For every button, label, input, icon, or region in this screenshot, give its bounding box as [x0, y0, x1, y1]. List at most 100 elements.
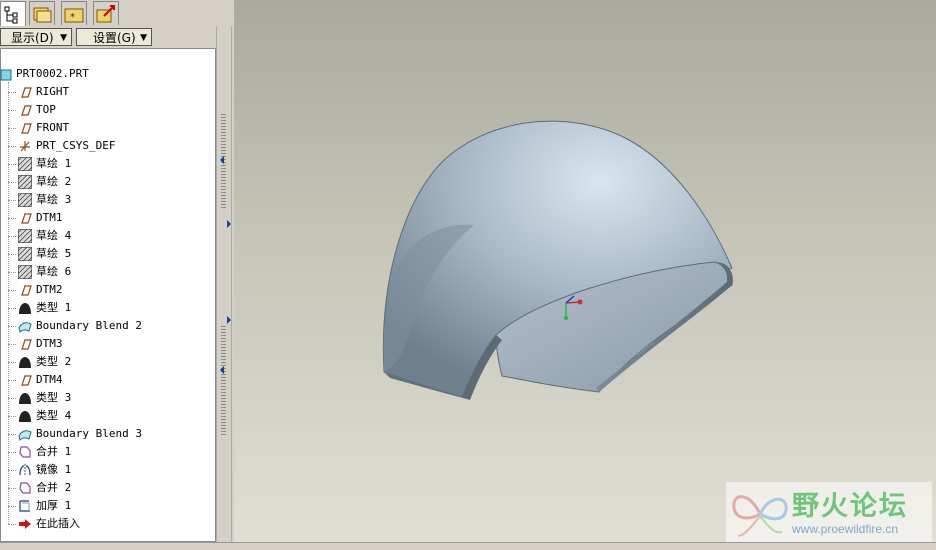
model-tree-toolbar: 显示(D) ▼ 设置(G) ▼	[0, 26, 216, 49]
tree-item-label: 草绘 2	[36, 175, 72, 188]
tree-item-label: PRT_CSYS_DEF	[36, 139, 116, 152]
tree-item-label: DTM1	[36, 211, 63, 224]
part-icon	[0, 69, 12, 81]
tree-item-label: TOP	[36, 103, 56, 116]
tab-folder-browser[interactable]	[29, 1, 55, 25]
tree-connector	[8, 128, 16, 129]
tree-connector	[8, 254, 16, 255]
expand-right-icon[interactable]	[227, 316, 231, 324]
merge-icon	[19, 482, 31, 494]
shell-model[interactable]	[382, 120, 733, 400]
tree-item-label: 类型 1	[36, 301, 72, 314]
tree-connector-line	[8, 82, 9, 524]
folder-browser-icon	[33, 7, 52, 23]
tree-item-label: 类型 4	[36, 409, 72, 422]
tree-root-label: PRT0002.PRT	[16, 67, 89, 80]
datum-plane-icon	[21, 105, 32, 116]
thicken-icon	[19, 500, 30, 512]
tree-item-label: 类型 3	[36, 391, 72, 404]
collapse-left-icon[interactable]	[220, 156, 224, 164]
tree-item-label: DTM3	[36, 337, 63, 350]
settings-dropdown-label: 设置(G)	[93, 31, 136, 45]
sketch-icon	[18, 229, 32, 243]
navigator-tabs: *	[0, 0, 122, 27]
boundary-blend-icon	[18, 322, 32, 333]
display-dropdown[interactable]: 显示(D) ▼	[0, 28, 72, 46]
expand-right-icon[interactable]	[227, 220, 231, 228]
tree-connector	[8, 218, 16, 219]
tree-connector	[8, 488, 16, 489]
model-render	[382, 120, 733, 400]
tree-item-label: 草绘 5	[36, 247, 72, 260]
datum-plane-icon	[21, 213, 32, 224]
tree-connector	[8, 146, 16, 147]
butterfly-logo-icon	[732, 495, 788, 537]
tree-connector	[8, 272, 16, 273]
tree-item-label: Boundary Blend 3	[36, 427, 142, 440]
tree-item-label: DTM2	[36, 283, 63, 296]
tree-connector	[8, 434, 16, 435]
tree-connector	[8, 182, 16, 183]
svg-text:*: *	[70, 12, 75, 23]
model-tree-panel	[0, 26, 216, 542]
tree-item-label: DTM4	[36, 373, 63, 386]
tree-connector	[8, 164, 16, 165]
tree-item-label: 草绘 4	[36, 229, 72, 242]
style-feature-icon	[19, 393, 31, 404]
chevron-down-icon: ▼	[60, 33, 67, 43]
panel-splitter[interactable]	[216, 26, 232, 542]
tree-connector	[8, 470, 16, 471]
insert-here-icon	[19, 519, 31, 529]
coordinate-system-icon	[20, 141, 30, 152]
datum-plane-icon	[21, 285, 32, 296]
tree-item-label: 草绘 6	[36, 265, 72, 278]
watermark-url: www.proewildfire.cn	[792, 522, 899, 536]
splitter-grip	[221, 326, 226, 436]
tree-item-label: 类型 2	[36, 355, 72, 368]
sketch-icon	[18, 247, 32, 261]
tree-connector	[8, 380, 16, 381]
tree-item-label: 镜像 1	[36, 463, 72, 476]
graphics-viewport[interactable]	[234, 0, 936, 545]
tree-connector	[8, 290, 16, 291]
settings-dropdown[interactable]: 设置(G) ▼	[76, 28, 152, 46]
watermark-title: 野火论坛	[792, 491, 908, 522]
tree-connector	[8, 398, 16, 399]
datum-plane-icon	[21, 123, 32, 134]
tree-item-label: 草绘 3	[36, 193, 72, 206]
tree-item-label: FRONT	[36, 121, 70, 134]
tree-connector	[8, 524, 16, 525]
tab-connections[interactable]	[93, 1, 119, 25]
tree-item-label: 草绘 1	[36, 157, 72, 170]
tree-connector	[8, 200, 16, 201]
tree-item-label: 在此插入	[36, 517, 80, 530]
tree-item-label: 加厚 1	[36, 499, 72, 512]
tree-connector	[8, 452, 16, 453]
tab-favorites[interactable]: *	[61, 1, 87, 25]
sketch-icon	[18, 193, 32, 207]
tree-connector	[8, 326, 16, 327]
tree-item-label: 合并 1	[36, 445, 72, 458]
tree-connector	[8, 110, 16, 111]
mirror-icon	[19, 464, 31, 476]
sketch-icon	[18, 157, 32, 171]
boundary-blend-icon	[18, 430, 32, 441]
favorites-icon: *	[64, 8, 84, 23]
tab-model-tree[interactable]	[0, 1, 26, 27]
tree-connector	[8, 344, 16, 345]
tree-connector	[8, 416, 16, 417]
sketch-icon	[18, 175, 32, 189]
sketch-icon	[18, 265, 32, 279]
style-feature-icon	[19, 303, 31, 314]
display-dropdown-label: 显示(D)	[11, 31, 54, 45]
tree-connector	[8, 506, 16, 507]
style-feature-icon	[19, 357, 31, 368]
collapse-left-icon[interactable]	[220, 366, 224, 374]
merge-icon	[19, 446, 31, 458]
datum-plane-icon	[21, 375, 32, 386]
tree-connector	[8, 362, 16, 363]
connections-icon	[96, 5, 115, 23]
model-tree-icon	[4, 6, 18, 24]
tree-connector	[8, 236, 16, 237]
tree-item-label: Boundary Blend 2	[36, 319, 142, 332]
